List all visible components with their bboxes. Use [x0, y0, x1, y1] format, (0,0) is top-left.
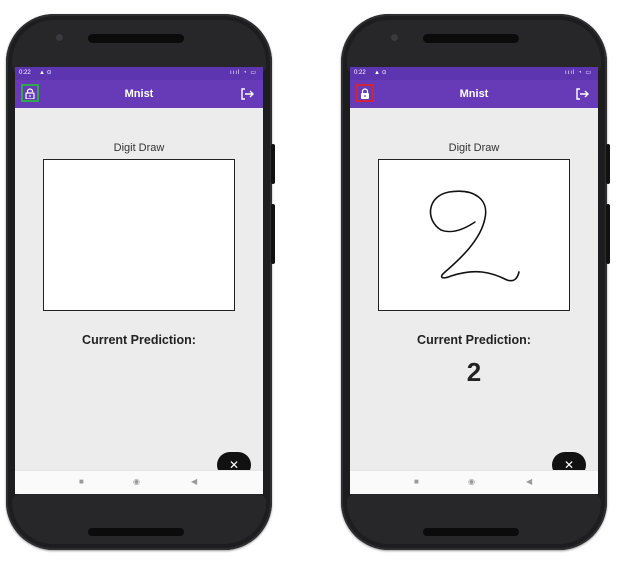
status-time: 0:22: [354, 70, 366, 76]
warning-icon: ▲ ⊙: [39, 70, 52, 76]
bottom-speaker: [88, 528, 184, 536]
app-screen: 0:22 ▲ ⊙ ıııl ◔ ▭ Mnist Digit Draw Curre…: [15, 67, 263, 494]
nav-bar: ■ ◉ ◀: [350, 470, 598, 494]
bottom-speaker: [423, 528, 519, 536]
status-bar: 0:22 ▲ ⊙ ıııl ◔ ▭: [350, 67, 598, 80]
nav-bar: ■ ◉ ◀: [15, 470, 263, 494]
earpiece-speaker: [88, 34, 184, 43]
status-time: 0:22: [19, 70, 31, 76]
power-button[interactable]: [606, 204, 610, 264]
volume-button[interactable]: [271, 144, 275, 184]
app-bar: Mnist: [350, 80, 598, 108]
prediction-label: Current Prediction:: [417, 333, 531, 347]
volume-button[interactable]: [606, 144, 610, 184]
handwritten-digit-stroke: [429, 190, 520, 282]
recents-button[interactable]: ■: [79, 476, 84, 488]
app-title: Mnist: [459, 88, 489, 100]
app-title: Mnist: [124, 88, 154, 100]
prediction-label: Current Prediction:: [82, 333, 196, 347]
logout-button[interactable]: [574, 86, 590, 102]
app-screen: 0:22 ▲ ⊙ ıııl ◔ ▭ Mnist Digit Draw Curre…: [350, 67, 598, 494]
phone-left: 0:22 ▲ ⊙ ıııl ◔ ▭ Mnist Digit Draw Curre…: [6, 14, 275, 550]
home-button[interactable]: ◉: [133, 476, 140, 488]
home-button[interactable]: ◉: [468, 476, 475, 488]
top-bezel: [12, 20, 266, 74]
bottom-bezel: [12, 494, 266, 544]
warning-icon: ▲ ⊙: [374, 70, 387, 76]
phone-right: 0:22 ▲ ⊙ ıııl ◔ ▭ Mnist Digit Draw Curre…: [341, 14, 610, 550]
status-icons: ıııl ◔ ▭: [230, 70, 257, 76]
back-button[interactable]: ◀: [526, 476, 532, 488]
front-camera: [391, 34, 398, 41]
earpiece-speaker: [423, 34, 519, 43]
bottom-bezel: [347, 494, 601, 544]
digit-draw-label: Digit Draw: [448, 142, 500, 154]
front-camera: [56, 34, 63, 41]
digit-draw-label: Digit Draw: [113, 142, 165, 154]
power-button[interactable]: [271, 204, 275, 264]
back-button[interactable]: ◀: [191, 476, 197, 488]
logout-icon: [241, 88, 254, 100]
prediction-value: 2: [466, 357, 482, 387]
status-bar: 0:22 ▲ ⊙ ıııl ◔ ▭: [15, 67, 263, 80]
app-bar: Mnist: [15, 80, 263, 108]
status-icons: ıııl ◔ ▭: [565, 70, 592, 76]
top-bezel: [347, 20, 601, 74]
drawing-canvas[interactable]: [43, 159, 235, 311]
logout-icon: [576, 88, 589, 100]
logout-button[interactable]: [239, 86, 255, 102]
recents-button[interactable]: ■: [414, 476, 419, 488]
drawing-canvas[interactable]: [378, 159, 570, 311]
